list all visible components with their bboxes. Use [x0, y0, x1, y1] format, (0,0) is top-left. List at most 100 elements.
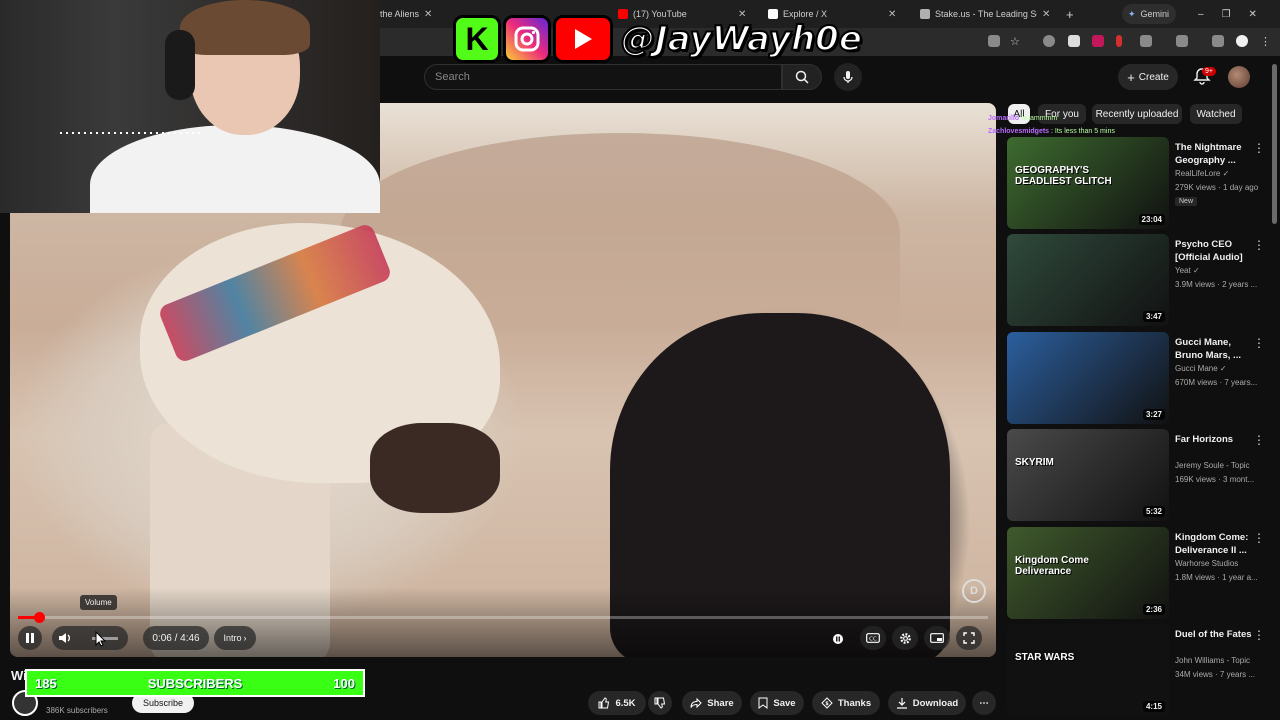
avatar[interactable]: [1228, 66, 1250, 88]
kebab-menu-icon[interactable]: ⋮: [1253, 141, 1265, 155]
thumbs-down-icon: [654, 697, 666, 709]
channel-watermark[interactable]: D: [962, 579, 986, 603]
duration-badge: 5:32: [1142, 506, 1165, 517]
like-button[interactable]: 6.5K: [588, 691, 646, 715]
recommendation-item[interactable]: 3:27 Gucci Mane, Bruno Mars, ... Gucci Man…: [1007, 332, 1269, 424]
browser-tab[interactable]: Stake.us - The Leading Social ✕: [920, 4, 1056, 24]
kebab-menu-icon[interactable]: ⋮: [1253, 238, 1265, 252]
video-thumbnail[interactable]: 3:47: [1007, 234, 1169, 326]
chapter-label: Intro: [223, 633, 242, 643]
save-label: Save: [773, 697, 796, 709]
video-title[interactable]: Duel of the Fates: [1175, 628, 1255, 641]
video-thumbnail[interactable]: GEOGRAPHY'S DEADLIEST GLITCH 23:04: [1007, 137, 1169, 229]
tab-search-icon[interactable]: [1212, 35, 1224, 47]
sidebar-icon[interactable]: [1176, 35, 1188, 47]
verified-check-icon: ✓: [1219, 364, 1227, 373]
video-title[interactable]: The Nightmare Geography ...: [1175, 141, 1255, 167]
bookmark-star-icon[interactable]: ☆: [1010, 35, 1022, 48]
chat-username: Jomarillo: [988, 115, 1020, 122]
channel-name[interactable]: Yeat ✓: [1175, 266, 1265, 275]
kebab-menu-icon[interactable]: ⋮: [1253, 628, 1265, 642]
kebab-menu-icon[interactable]: ⋮: [1260, 35, 1272, 48]
video-meta: 34M views · 7 years ...: [1175, 670, 1256, 679]
channel-name[interactable]: Jeremy Soule - Topic: [1175, 461, 1265, 470]
thanks-button[interactable]: $ Thanks: [812, 691, 880, 715]
autoplay-toggle[interactable]: [828, 629, 848, 649]
close-icon[interactable]: ✕: [424, 9, 432, 20]
channel-name-text: Yeat: [1175, 266, 1191, 275]
recommendation-item[interactable]: 3:47 Psycho CEO [Official Audio] Yeat ✓ 3.9…: [1007, 234, 1269, 326]
fullscreen-button[interactable]: [956, 626, 982, 650]
close-window-button[interactable]: ✕: [1249, 9, 1257, 20]
voice-search-button[interactable]: [834, 63, 862, 91]
webcam-headset: [165, 30, 195, 100]
extension-icon[interactable]: [1068, 35, 1080, 47]
recommendation-item[interactable]: GEOGRAPHY'S DEADLIEST GLITCH 23:04 The Nig…: [1007, 137, 1269, 229]
settings-button[interactable]: [892, 626, 918, 650]
extension-icon[interactable]: [1092, 35, 1104, 47]
minimize-button[interactable]: –: [1198, 9, 1204, 20]
kebab-menu-icon[interactable]: ⋮: [1253, 531, 1265, 545]
bookmark-icon: [758, 697, 768, 709]
scrollbar[interactable]: [1272, 64, 1277, 224]
share-button[interactable]: Share: [682, 691, 742, 715]
youtube-logo-icon: [553, 15, 613, 63]
scrubber-handle[interactable]: [34, 612, 46, 623]
kebab-menu-icon[interactable]: ⋮: [1253, 433, 1265, 447]
progress-bar[interactable]: [18, 612, 988, 623]
video-thumbnail[interactable]: 3:27: [1007, 332, 1169, 424]
video-title[interactable]: Gucci Mane, Bruno Mars, ...: [1175, 336, 1255, 362]
channel-name[interactable]: John Williams - Topic: [1175, 656, 1265, 665]
gemini-button[interactable]: ✦ Gemini: [1122, 4, 1176, 24]
like-count: 6.5K: [615, 697, 636, 709]
search-button[interactable]: [782, 64, 822, 90]
chip-watched[interactable]: Watched: [1190, 104, 1242, 124]
channel-name[interactable]: Warhorse Studios: [1175, 559, 1265, 568]
captions-button[interactable]: CC: [860, 626, 886, 650]
download-button[interactable]: Download: [888, 691, 966, 715]
extension-icon[interactable]: [1043, 35, 1055, 47]
pause-button[interactable]: [18, 626, 42, 650]
save-button[interactable]: Save: [750, 691, 804, 715]
search-input[interactable]: Search: [424, 64, 782, 90]
miniplayer-button[interactable]: [924, 626, 950, 650]
channel-name[interactable]: Gucci Mane ✓: [1175, 364, 1265, 373]
recommendation-item[interactable]: SKYRIM 5:32 Far Horizons Jeremy Soule - Top…: [1007, 429, 1269, 521]
streamer-webcam: [0, 0, 380, 213]
thumbnail-text: SKYRIM: [1015, 457, 1054, 468]
browser-tab[interactable]: the Aliens ✕: [380, 4, 456, 24]
volume-tooltip: Volume: [80, 595, 117, 610]
duration-badge: 23:04: [1138, 214, 1165, 225]
video-thumbnail[interactable]: Kingdom Come Deliverance 2:36: [1007, 527, 1169, 619]
channel-name[interactable]: RealLifeLore ✓: [1175, 169, 1265, 178]
chat-message: Jomarillo hi jammmm: [988, 112, 1115, 125]
video-title[interactable]: Kingdom Come: Deliverance II ...: [1175, 531, 1255, 557]
notification-badge: 9+: [1202, 67, 1216, 76]
channel-name-text: Warhorse Studios: [1175, 559, 1239, 568]
search-icon: [795, 70, 809, 84]
video-thumbnail[interactable]: SKYRIM 5:32: [1007, 429, 1169, 521]
extension-icon[interactable]: [1116, 35, 1122, 47]
duration-badge: 3:27: [1142, 409, 1165, 420]
close-icon[interactable]: ✕: [888, 9, 896, 20]
close-icon[interactable]: ✕: [1042, 9, 1050, 20]
more-actions-button[interactable]: ⋯: [972, 691, 996, 715]
chat-overlay: Jomarillo hi jammmm Zachlovesmidgets : I…: [988, 112, 1115, 138]
subscriber-goal-target: 100: [333, 675, 355, 691]
maximize-button[interactable]: ❐: [1222, 9, 1231, 20]
new-tab-button[interactable]: +: [1066, 4, 1080, 24]
video-title[interactable]: Psycho CEO [Official Audio]: [1175, 238, 1255, 264]
create-button[interactable]: + Create: [1118, 64, 1178, 90]
video-thumbnail[interactable]: STAR WARS 4:15: [1007, 624, 1169, 716]
cast-icon[interactable]: [988, 35, 1000, 47]
recommendation-item[interactable]: Kingdom Come Deliverance 2:36 Kingdom Come…: [1007, 527, 1269, 619]
video-title[interactable]: Far Horizons: [1175, 433, 1255, 446]
svg-text:CC: CC: [869, 636, 877, 642]
recommendation-item[interactable]: STAR WARS 4:15 Duel of the Fates John Willi…: [1007, 624, 1269, 716]
chapter-button[interactable]: Intro ›: [214, 626, 256, 650]
subscriber-goal-current: 185: [35, 675, 57, 691]
dislike-button[interactable]: [648, 691, 672, 715]
kebab-menu-icon[interactable]: ⋮: [1253, 336, 1265, 350]
extensions-puzzle-icon[interactable]: [1140, 35, 1152, 47]
profile-icon[interactable]: [1236, 35, 1248, 47]
